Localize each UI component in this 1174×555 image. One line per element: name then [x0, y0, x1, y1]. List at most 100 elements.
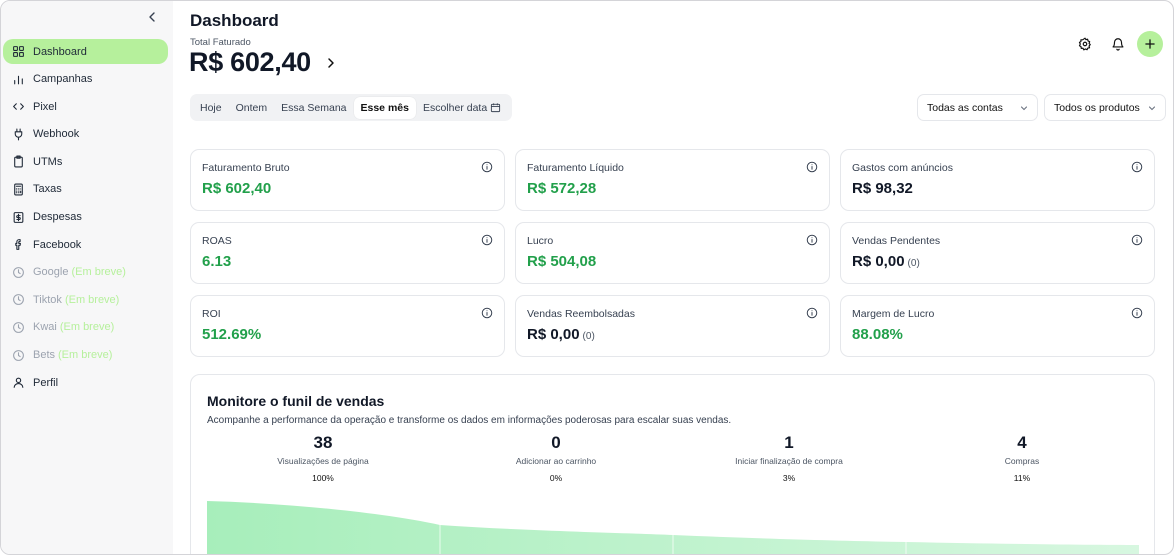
sidebar-item-despesas[interactable]: Despesas: [3, 205, 168, 230]
sidebar-item-icon: [11, 238, 25, 252]
sidebar-item-utms[interactable]: UTMs: [3, 149, 168, 174]
sidebar-item-icon: [11, 320, 25, 334]
sidebar-item-icon: [11, 348, 25, 362]
info-icon[interactable]: [481, 234, 493, 246]
metric-card: Lucro R$ 504,08: [515, 222, 830, 284]
funnel-stage: 1 Iniciar finalização de compra 3%: [689, 433, 889, 483]
metric-label: Gastos com anúncios: [852, 162, 953, 174]
chevron-right-icon[interactable]: [326, 56, 336, 70]
info-icon[interactable]: [481, 161, 493, 173]
period-selector: Hoje Ontem Essa Semana Esse mês Escolher dat…: [190, 94, 512, 121]
bell-icon: [1112, 38, 1124, 51]
info-icon[interactable]: [806, 307, 818, 319]
funnel-stage-percent: 100%: [312, 473, 334, 483]
sidebar-item-pixel[interactable]: Pixel: [3, 94, 168, 119]
clock-icon: [12, 266, 24, 278]
funnel-stage-value: 0: [551, 433, 561, 452]
sidebar-item-icon: [11, 182, 25, 196]
sidebar-item-facebook[interactable]: Facebook: [3, 232, 168, 257]
period-tab[interactable]: Ontem: [229, 97, 275, 119]
funnel-stage-label: Adicionar ao carrinho: [515, 456, 597, 466]
settings-button[interactable]: [1072, 31, 1098, 57]
coming-soon-label: (Em breve): [71, 266, 126, 279]
metric-value-text: R$ 0,00: [852, 253, 905, 270]
metric-value-text: R$ 602,40: [202, 180, 272, 197]
sidebar-item-kwai[interactable]: Kwai (Em breve): [3, 315, 168, 340]
plug-icon: [14, 128, 22, 141]
sidebar-item-perfil[interactable]: Perfil: [3, 370, 168, 395]
metric-value: R$ 0,00 (0): [527, 326, 595, 343]
products-dropdown[interactable]: Todos os produtos: [1044, 94, 1166, 121]
funnel-stage: 4 Compras 11%: [922, 433, 1122, 483]
coming-soon-label: (Em breve): [64, 293, 120, 306]
sidebar-item-tiktok[interactable]: Tiktok (Em breve): [3, 287, 168, 312]
accounts-dropdown[interactable]: Todas as contas: [917, 94, 1038, 121]
funnel-chart: [207, 495, 1139, 554]
code-icon: [12, 103, 24, 110]
metric-value: 512.69%: [202, 326, 261, 343]
sidebar-item-icon: [11, 210, 25, 224]
funnel-stage-label: Iniciar finalização de compra: [735, 456, 843, 466]
funnel-stage-percent: 11%: [1013, 473, 1031, 483]
info-icon[interactable]: [481, 307, 493, 319]
metric-card: Faturamento Bruto R$ 602,40: [190, 149, 505, 211]
period-tab[interactable]: Hoje: [193, 97, 229, 119]
metric-value: 88.08%: [852, 326, 903, 343]
sidebar-item-campanhas[interactable]: Campanhas: [3, 67, 168, 92]
metric-value: 6.13: [202, 253, 231, 270]
sidebar-item-icon: [11, 127, 25, 141]
sidebar-item-dashboard[interactable]: Dashboard: [3, 39, 168, 64]
add-button[interactable]: [1137, 31, 1163, 57]
metric-card: Vendas Pendentes R$ 0,00 (0): [840, 222, 1155, 284]
info-icon[interactable]: [1131, 307, 1143, 319]
sidebar-item-google[interactable]: Google (Em breve): [3, 260, 168, 285]
metric-value-text: R$ 504,08: [527, 253, 597, 270]
calendar-icon: [491, 103, 501, 113]
clock-icon: [12, 349, 24, 361]
info-icon[interactable]: [806, 161, 818, 173]
sidebar-item-icon: [11, 155, 25, 169]
chevron-down-icon: [1020, 106, 1028, 111]
sidebar-item-icon: [11, 72, 25, 86]
sidebar-item-icon: [11, 293, 25, 307]
sidebar-item-taxas[interactable]: Taxas: [3, 177, 168, 202]
info-icon[interactable]: [1131, 234, 1143, 246]
metric-value-text: 512.69%: [202, 326, 262, 343]
user-icon: [13, 377, 23, 389]
sidebar-item-icon: [11, 265, 25, 279]
metric-label: Vendas Pendentes: [852, 235, 941, 247]
sidebar-item-label: Bets: [33, 349, 56, 362]
period-tab[interactable]: Escolher data: [416, 97, 508, 119]
collapse-sidebar-icon[interactable]: [145, 9, 159, 25]
sales-funnel-panel: Monitore o funil de vendas Acompanhe a p…: [190, 374, 1155, 554]
notifications-button[interactable]: [1105, 31, 1131, 57]
period-tab[interactable]: Essa Semana: [274, 97, 353, 119]
sidebar-item-label: Kwai: [33, 321, 57, 334]
info-icon[interactable]: [806, 234, 818, 246]
metric-label: Lucro: [527, 235, 554, 247]
metric-card: ROAS 6.13: [190, 222, 505, 284]
calculator-icon: [13, 183, 23, 196]
metric-value-text: R$ 98,32: [852, 180, 913, 197]
plus-icon: [1145, 39, 1155, 49]
funnel-stage-percent: 3%: [782, 473, 796, 483]
facebook-icon: [14, 239, 21, 251]
sidebar-nav: Dashboard Campanhas Pixel Webhook UTMs Taxas D…: [3, 39, 168, 398]
info-icon[interactable]: [1131, 161, 1143, 173]
sidebar-item-label: Perfil: [33, 376, 59, 389]
funnel-stage: 38 Visualizações de página 100%: [223, 433, 423, 483]
metric-card: Margem de Lucro 88.08%: [840, 295, 1155, 357]
metric-label: ROI: [202, 308, 221, 320]
sidebar-item-label: Campanhas: [33, 73, 93, 86]
period-tab[interactable]: Esse mês: [353, 96, 416, 119]
gear-icon: [1078, 37, 1091, 51]
sidebar-item-label: Tiktok: [33, 293, 62, 306]
accounts-dropdown-value: Todas as contas: [927, 101, 1003, 114]
app-window: Dashboard Campanhas Pixel Webhook UTMs Taxas D…: [0, 0, 1174, 555]
sidebar: Dashboard Campanhas Pixel Webhook UTMs Taxas D…: [1, 1, 173, 554]
period-tab-label: Hoje: [200, 101, 222, 114]
metric-card: Faturamento Líquido R$ 572,28: [515, 149, 830, 211]
funnel-stage-value: 38: [313, 433, 333, 452]
sidebar-item-webhook[interactable]: Webhook: [3, 122, 168, 147]
sidebar-item-bets[interactable]: Bets (Em breve): [3, 343, 168, 368]
